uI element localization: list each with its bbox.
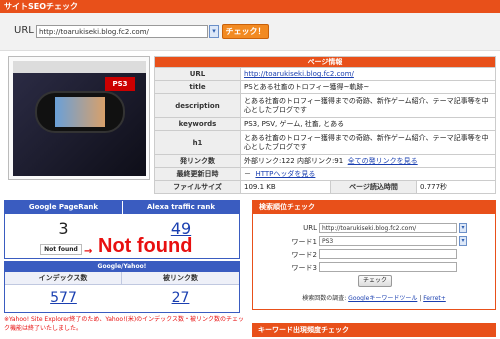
notfound-annotation: Not found [98,235,193,257]
word3-input[interactable] [319,262,457,272]
loadtime-key: ページ読込時間 [330,180,417,194]
url-input[interactable] [36,25,208,38]
h1-key: h1 [154,130,241,155]
all-links-link[interactable]: 全ての発リンクを見る [348,157,418,165]
footer-prefix: 検索回数の調査: [302,295,347,302]
description-value: とある社畜のトロフィー獲得までの奇跡、新作ゲーム紹介、テーマ記事等を中心としたブ… [240,93,496,118]
filesize-value: 109.1 KB [240,180,331,194]
index-count-link[interactable]: 577 [5,290,122,306]
ranking-check-heading: 検索順位チェック [253,201,495,214]
updated-key: 最終更新日時 [154,167,241,181]
title-key: title [154,80,241,94]
ranking-url-input[interactable] [319,223,457,233]
site-thumbnail: PS3 [8,56,150,180]
links-key: 発リンク数 [154,154,241,168]
notfound-small-label: Not found [40,244,82,255]
filesize-key: ファイルサイズ [154,180,241,194]
word2-label: ワード2 [291,251,317,259]
description-key: description [154,93,241,118]
ranking-footer: 検索回数の調査: Googleキーワードツール | Ferret+ [253,293,495,302]
dropdown-icon[interactable]: ▾ [459,223,467,233]
dropdown-icon[interactable]: ▾ [209,25,219,38]
ranking-check-button[interactable]: チェック [358,275,392,287]
google-pagerank-heading: Google PageRank [5,201,122,214]
word1-label: ワード1 [291,238,317,246]
updated-value: － [244,170,251,178]
url-check-bar: URL ▾ チェック！ [0,13,500,51]
google-keyword-tool-link[interactable]: Googleキーワードツール [348,295,417,302]
page-url-link[interactable]: http://toarukiseki.blog.fc2.com/ [244,70,354,78]
keyword-frequency-heading: キーワード出現頻度チェック [252,323,496,337]
check-button[interactable]: チェック！ [222,24,269,39]
google-yahoo-heading: Google/Yahoo! [5,262,239,272]
ps3-badge: PS3 [105,77,135,91]
page-title-value: PSとある社畜のトロフィー獲得~軌跡~ [240,80,496,94]
word2-input[interactable] [319,249,457,259]
page-info-heading: ページ情報 [154,56,496,68]
page-info-table: ページ情報 URL http://toarukiseki.blog.fc2.com… [154,56,496,194]
arrow-right-icon: → [84,246,93,257]
keywords-value: PS3, PSV, ゲーム, 社畜, とある [240,117,496,131]
loadtime-value: 0.777秒 [416,180,496,194]
word1-input[interactable] [319,236,457,246]
word3-label: ワード3 [291,264,317,272]
ferret-link[interactable]: Ferret+ [423,295,446,302]
index-count-heading: インデックス数 [5,272,122,285]
google-yahoo-panel: Google/Yahoo! インデックス数 被リンク数 577 27 [4,261,240,313]
backlink-count-heading: 被リンク数 [122,272,239,285]
backlink-count-link[interactable]: 27 [122,290,239,306]
url-label: URL [14,25,34,36]
dropdown-icon[interactable]: ▾ [459,236,467,246]
alexa-rank-heading: Alexa traffic rank [123,201,239,214]
app-title: サイトSEOチェック [4,2,79,11]
http-header-link[interactable]: HTTPヘッダを見る [255,170,315,178]
thumbnail-image: PS3 [13,61,146,176]
yahoo-notice: ※Yahoo! Site Explorer終了のため、Yahoo!(米)のインデ… [4,316,244,332]
links-value: 外部リンク:122 内部リンク:91 [244,157,344,165]
h1-value: とある社畜のトロフィー獲得までの奇跡、新作ゲーム紹介、テーマ記事等を中心としたブ… [240,130,496,155]
ranking-url-label: URL [303,224,317,232]
app-title-bar: サイトSEOチェック [0,0,500,13]
url-key: URL [154,67,241,81]
ranking-check-panel: 検索順位チェック URL ▾ ワード1 ▾ ワード2 ワード3 チェック 検索回… [252,200,496,310]
keywords-key: keywords [154,117,241,131]
